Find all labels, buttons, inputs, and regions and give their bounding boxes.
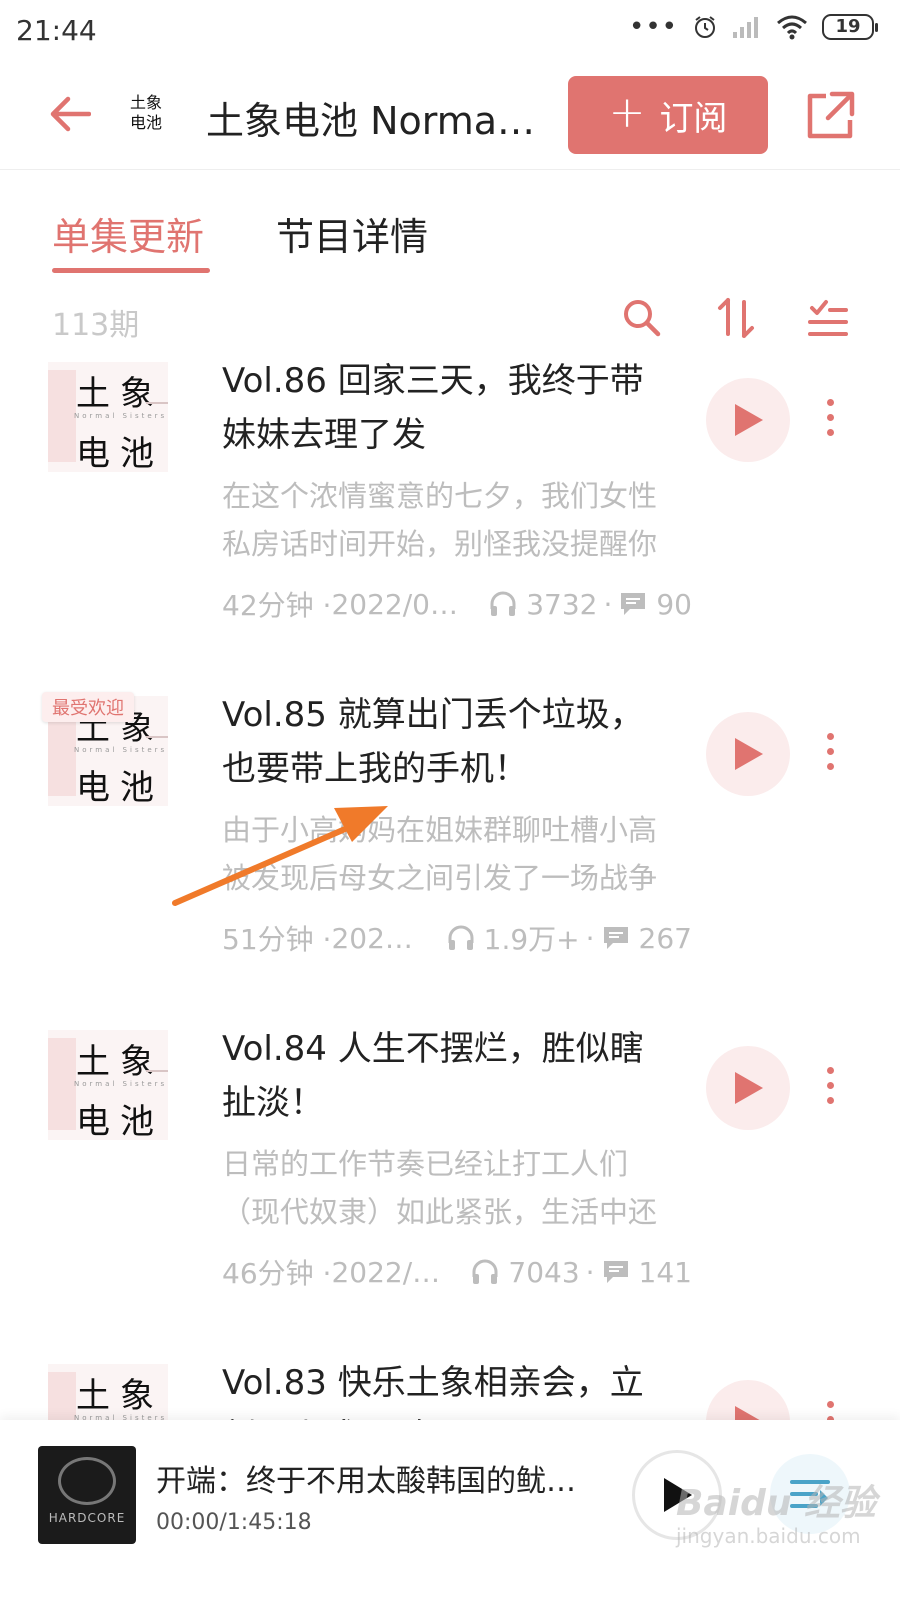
episode-title[interactable]: Vol.86 回家三天，我终于带妹妹去理了发: [222, 354, 672, 462]
share-icon: [807, 91, 855, 139]
headphones-icon: [470, 1257, 500, 1287]
episode-title[interactable]: Vol.85 就算出门丢个垃圾，也要带上我的手机！: [222, 688, 672, 796]
episode-title[interactable]: Vol.83 快乐土象相亲会，立刻马上成一对！: [222, 1356, 672, 1420]
more-options-button[interactable]: [814, 1050, 846, 1120]
search-button[interactable]: [620, 296, 668, 344]
play-icon: [735, 404, 763, 436]
page-title: 土象电池 Normal Sisters: [206, 99, 536, 143]
now-playing-cover: HARDCORE: [38, 1446, 136, 1544]
episode-plays: 3732: [526, 587, 598, 621]
meta-separator: ·: [603, 587, 613, 621]
battery-indicator: 19: [822, 14, 878, 40]
now-playing-time: 00:00/1:45:18: [156, 1510, 312, 1535]
podcast-logo: 土象 电池: [116, 80, 176, 146]
comment-icon: [601, 923, 631, 953]
logo-line-1: 土象: [129, 93, 162, 112]
cover-text-1: 土象: [76, 1376, 164, 1416]
tab-details[interactable]: 节目详情: [276, 206, 428, 261]
episode-date: 2022/07/28: [331, 921, 419, 955]
episode-meta: 42分钟 · 2022/08/04 3732 · 90: [222, 584, 692, 624]
more-options-button[interactable]: [814, 382, 846, 452]
episode-description: 由于小高妈妈在姐妹群聊吐槽小高被发现后母女之间引发了一场战争: [222, 813, 658, 895]
episode-duration: 46分钟 ·: [222, 1257, 332, 1290]
episode-duration: 42分钟 ·: [222, 589, 332, 622]
checklist-icon: [808, 300, 848, 336]
episode-meta: 46分钟 · 2022/07/21 7043 · 141: [222, 1252, 692, 1292]
episode-description: 日常的工作节奏已经让打工人们（现代奴隶）如此紧张，生活中还有多少: [222, 1147, 658, 1229]
cover-wave-decoration: [146, 1070, 168, 1090]
more-dots-icon: •••: [628, 12, 678, 42]
play-button[interactable]: [706, 378, 790, 462]
wifi-icon: [777, 15, 807, 40]
episode-count: 113期: [52, 308, 140, 343]
meta-separator: ·: [585, 921, 595, 955]
baidu-watermark: Baidu 经验: [676, 1483, 877, 1524]
sort-icon: [718, 298, 754, 338]
episode-comments: 141: [638, 1255, 692, 1289]
episode-item[interactable]: 土象 Normal Sisters 电池 Vol.84 人生不摆烂，胜似瞎扯淡！…: [0, 1016, 900, 1356]
meta-separator: ·: [585, 1255, 595, 1289]
cover-art-ring: [58, 1457, 116, 1505]
tab-episodes[interactable]: 单集更新: [52, 206, 204, 261]
plus-icon: +: [608, 87, 646, 138]
app-header: 土象 电池 土象电池 Normal Sisters + 订阅: [0, 62, 900, 170]
sort-button[interactable]: [714, 296, 762, 344]
now-playing-title[interactable]: 开端：终于不用太酸韩国的鱿鱼游戏了: [156, 1456, 596, 1500]
status-icons: ••• 19: [628, 12, 878, 42]
episode-item[interactable]: 土象 Normal Sisters 电池 Vol.83 快乐土象相亲会，立刻马上…: [0, 1350, 900, 1420]
status-bar: 21:44 ••• 19: [0, 0, 900, 62]
signal-icon: [733, 17, 758, 38]
cover-wave-decoration: [146, 402, 168, 422]
cover-text-2: 电池: [76, 434, 164, 472]
popular-badge: 最受欢迎: [42, 692, 134, 722]
episode-comments: 267: [638, 921, 692, 955]
episode-date: 2022/07/21: [331, 1255, 445, 1289]
episode-title[interactable]: Vol.84 人生不摆烂，胜似瞎扯淡！: [222, 1022, 672, 1130]
episode-comments: 90: [656, 587, 692, 621]
tab-bar: 单集更新 节目详情: [0, 200, 900, 276]
episode-meta: 51分钟 · 2022/07/28 1.9万+ · 267: [222, 918, 692, 958]
cover-text-2: 电池: [76, 1102, 164, 1140]
subscribe-label: 订阅: [659, 98, 728, 139]
cover-wave-decoration: [146, 736, 168, 756]
episode-plays: 7043: [508, 1255, 580, 1289]
episode-cover: 土象 Normal Sisters 电池: [48, 1030, 168, 1140]
status-time: 21:44: [16, 14, 97, 47]
episode-cover: 土象 Normal Sisters 电池: [48, 362, 168, 472]
headphones-icon: [488, 589, 518, 619]
cover-text-2: 电池: [76, 768, 164, 806]
episode-list-header: 113期: [0, 296, 900, 348]
more-options-button[interactable]: [814, 716, 846, 786]
episode-plays: 1.9万+: [483, 923, 580, 956]
episode-item[interactable]: 土象 Normal Sisters 电池 Vol.86 回家三天，我终于带妹妹去…: [0, 348, 900, 688]
episode-date: 2022/08/04: [331, 587, 462, 621]
play-button[interactable]: [706, 1380, 790, 1420]
cover-art-label: HARDCORE: [48, 1511, 126, 1525]
search-icon: [624, 300, 661, 337]
play-icon: [735, 1406, 760, 1420]
play-icon: [735, 738, 763, 770]
active-tab-indicator: [52, 268, 210, 273]
play-button[interactable]: [706, 1046, 790, 1130]
batch-select-button[interactable]: [806, 296, 854, 344]
episode-item[interactable]: 最受欢迎 土象 Normal Sisters 电池 Vol.85 就算出门丢个垃…: [0, 682, 900, 1022]
alarm-icon: [695, 16, 715, 38]
more-options-button[interactable]: [814, 1384, 846, 1420]
subscribe-button[interactable]: + 订阅: [568, 76, 768, 154]
episode-description: 在这个浓情蜜意的七夕，我们女性私房话时间开始，别怪我没提醒你们: [222, 479, 658, 561]
play-button[interactable]: [706, 712, 790, 796]
episode-duration: 51分钟 ·: [222, 923, 332, 956]
logo-line-2: 电池: [129, 113, 162, 132]
arrow-left-icon: [50, 96, 91, 132]
baidu-watermark-url: jingyan.baidu.com: [676, 1524, 861, 1548]
comment-icon: [601, 1257, 631, 1287]
comment-icon: [618, 589, 648, 619]
back-button[interactable]: [42, 86, 98, 142]
episode-cover: 土象 Normal Sisters 电池: [48, 1364, 168, 1420]
headphones-icon: [446, 923, 476, 953]
share-button[interactable]: [802, 88, 858, 144]
play-icon: [735, 1072, 763, 1104]
